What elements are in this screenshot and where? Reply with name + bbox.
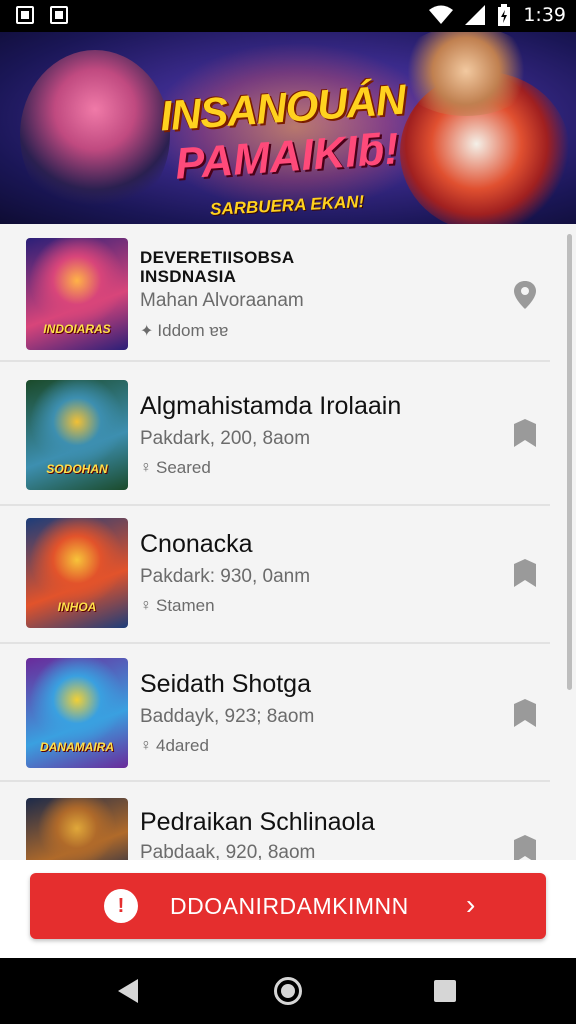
- row-divider: [0, 360, 550, 362]
- primary-action-label: DDOANIRDAMKIMNN: [170, 893, 409, 919]
- list-item[interactable]: INHOA Cnonacka Pakdark: 930, 0anm ♀ Stam…: [0, 506, 550, 644]
- list-item-thumbnail[interactable]: INDOIARAS: [26, 238, 128, 350]
- back-icon[interactable]: [118, 979, 138, 1003]
- clock-time: 1:39: [523, 4, 566, 26]
- list-item-title: Cnonacka: [140, 530, 253, 558]
- system-navigation-bar: [0, 958, 576, 1024]
- bottom-action-bar: ! DDOANIRDAMKIMNN ›: [0, 860, 576, 958]
- list-item[interactable]: DANAMAIRA Seidath Shotga Baddayk, 923; 8…: [0, 644, 550, 782]
- notification-image-icon: [16, 6, 34, 24]
- list-item-subtitle: Baddayk, 923; 8aom: [140, 706, 315, 727]
- list-item-thumbnail[interactable]: [26, 798, 128, 860]
- list-item-title: Seidath Shotga: [140, 670, 311, 698]
- list-item-title: DEVERETIISOBSA INSDNASIA: [140, 248, 294, 286]
- bookmark-icon[interactable]: [512, 558, 538, 588]
- primary-action-button[interactable]: ! DDOANIRDAMKIMNN ›: [30, 873, 546, 939]
- list-item-subtitle: Pakdark, 200, 8aom: [140, 428, 311, 449]
- content-list[interactable]: INDOIARAS DEVERETIISOBSA INSDNASIA Mahan…: [0, 224, 576, 860]
- list-item-meta: Iddom ɐɐ: [157, 321, 229, 340]
- recent-apps-icon[interactable]: [434, 980, 456, 1002]
- bookmark-icon[interactable]: [512, 698, 538, 728]
- list-item[interactable]: SODOHAN Algmahistamda Irolaain Pakdark, …: [0, 368, 550, 506]
- signal-icon: [465, 5, 486, 25]
- bookmark-icon[interactable]: [512, 834, 538, 860]
- notification-gallery-icon: [50, 6, 68, 24]
- banner-character-left: [20, 50, 170, 220]
- battery-icon: [498, 4, 511, 26]
- home-icon[interactable]: [274, 977, 302, 1005]
- list-item-subtitle: Pakdark: 930, 0anm: [140, 566, 311, 587]
- tag-icon: ♀: [140, 737, 152, 754]
- thumbnail-label: INHOA: [57, 600, 97, 614]
- location-pin-icon[interactable]: [512, 280, 538, 310]
- alert-icon: !: [104, 889, 138, 923]
- list-item-meta: Seared: [156, 458, 211, 477]
- list-item[interactable]: INDOIARAS DEVERETIISOBSA INSDNASIA Mahan…: [0, 224, 550, 362]
- thumbnail-label: SODOHAN: [46, 462, 108, 476]
- list-item-subtitle: Pabdaak, 920, 8aom: [140, 842, 316, 860]
- list-item[interactable]: Pedraikan Schlinaola Pabdaak, 920, 8aom: [0, 782, 550, 860]
- list-item-subtitle: Mahan Alvoraanam: [140, 290, 304, 311]
- tag-icon: ♀: [140, 459, 152, 476]
- tag-icon: ♀: [140, 597, 152, 614]
- list-item-title: Pedraikan Schlinaola: [140, 808, 375, 836]
- thumbnail-label: DANAMAIRA: [40, 740, 114, 754]
- list-item-meta: Stamen: [156, 596, 215, 615]
- bookmark-icon[interactable]: [512, 418, 538, 448]
- thumbnail-label: INDOIARAS: [43, 322, 111, 336]
- list-item-meta: 4dared: [156, 736, 209, 755]
- list-item-thumbnail[interactable]: DANAMAIRA: [26, 658, 128, 768]
- wifi-icon: [429, 5, 454, 24]
- promo-banner[interactable]: INSANOUÁN PAMAIKIƃ! SARBUERA EKAN!: [0, 32, 576, 224]
- status-bar: 1:39: [0, 0, 576, 32]
- list-scrollbar[interactable]: [567, 234, 572, 690]
- list-item-thumbnail[interactable]: SODOHAN: [26, 380, 128, 490]
- list-item-thumbnail[interactable]: INHOA: [26, 518, 128, 628]
- chevron-right-icon: ›: [466, 889, 476, 920]
- puzzle-icon: ✦: [140, 323, 154, 340]
- list-item-title: Algmahistamda Irolaain: [140, 392, 402, 420]
